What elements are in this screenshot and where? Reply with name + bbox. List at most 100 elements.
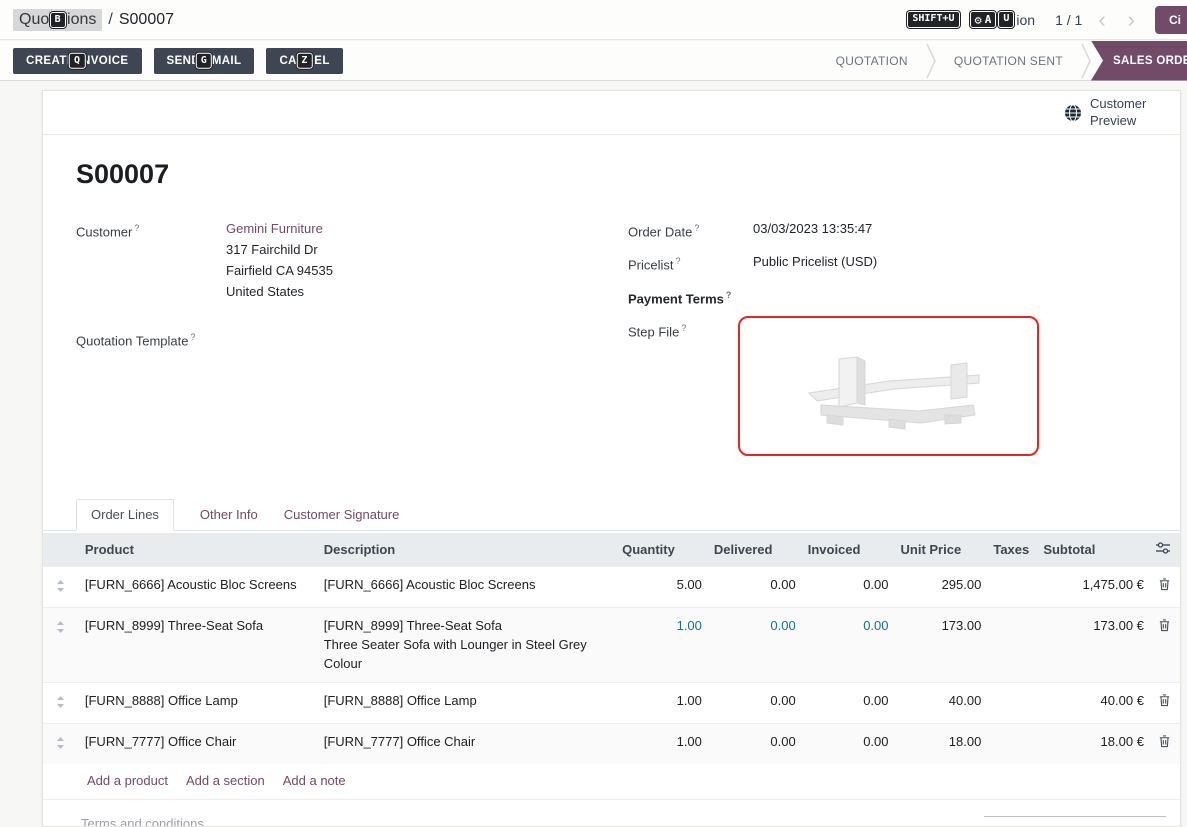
drag-handle-icon[interactable] <box>43 566 79 607</box>
form-sheet: Customer Preview S00007 Customer? Gemini… <box>42 90 1181 827</box>
table-footer-links: Add a product Add a section Add a note <box>43 764 1180 800</box>
description-cell[interactable]: [FURN_6666] Acoustic Bloc Screens <box>318 566 616 607</box>
order-date-value[interactable]: 03/03/2023 13:35:47 <box>753 218 1147 242</box>
action-bar: CREATE INVOICE Q SEND EMAIL G CANCEL Z Q… <box>0 41 1187 81</box>
action-menu-button[interactable]: ⚙A U ion <box>970 11 1036 29</box>
pager-counter: 1 / 1 <box>1055 12 1082 28</box>
unit-price-cell[interactable]: 18.00 <box>895 724 988 764</box>
table-header-row: Product Description Quantity Delivered I… <box>43 533 1180 567</box>
help-icon: ? <box>191 332 196 342</box>
tab-customer-signature[interactable]: Customer Signature <box>284 500 400 530</box>
delete-row-icon[interactable] <box>1150 607 1180 683</box>
description-column-header: Description <box>318 533 616 567</box>
customer-link[interactable]: Gemini Furniture <box>226 221 323 236</box>
record-title[interactable]: S00007 <box>76 159 1180 190</box>
globe-icon <box>1064 104 1082 122</box>
invoiced-cell: 0.00 <box>802 607 895 683</box>
subtotal-cell: 18.00 € <box>1037 724 1150 764</box>
quantity-cell[interactable]: 5.00 <box>616 566 708 607</box>
taxes-cell[interactable] <box>987 683 1037 724</box>
drag-handle-icon[interactable] <box>43 724 79 764</box>
unit-price-cell[interactable]: 40.00 <box>895 683 988 724</box>
table-row[interactable]: [FURN_8888] Office Lamp [FURN_8888] Offi… <box>43 683 1180 724</box>
delivered-cell: 0.00 <box>708 607 802 683</box>
statusbar: QUOTATION QUOTATION SENT SALES ORDER <box>818 41 1187 81</box>
help-icon: ? <box>676 256 681 266</box>
unit-price-cell[interactable]: 295.00 <box>895 566 988 607</box>
hint-badge-cancel: Z <box>296 52 312 69</box>
drag-handle-icon[interactable] <box>43 683 79 724</box>
product-cell[interactable]: [FURN_8999] Three-Seat Sofa <box>79 607 318 683</box>
step-file-label: Step File? <box>628 318 753 456</box>
unit-price-cell[interactable]: 173.00 <box>895 607 988 683</box>
customer-label: Customer? <box>76 218 226 302</box>
quantity-cell[interactable]: 1.00 <box>616 724 708 764</box>
pricelist-label: Pricelist? <box>628 251 753 275</box>
notebook-tabs: Order Lines Other Info Customer Signatur… <box>43 499 1180 531</box>
delete-row-icon[interactable] <box>1150 683 1180 724</box>
add-a-section-link[interactable]: Add a section <box>186 773 265 788</box>
breadcrumb-bar: Quotations B / S00007 SHIFT+U ⚙A U ion 1… <box>0 0 1187 40</box>
step-file-preview[interactable] <box>738 316 1039 456</box>
tab-order-lines[interactable]: Order Lines <box>76 499 174 531</box>
pager-next-button[interactable]: › <box>1122 9 1141 31</box>
pager-previous-button[interactable]: ‹ <box>1092 9 1111 31</box>
action-menu-label: ion <box>1016 12 1035 28</box>
customer-preview-button[interactable]: Customer Preview <box>1064 96 1158 129</box>
breadcrumb-quotations-link[interactable]: Quotations B <box>13 9 102 31</box>
order-date-label: Order Date? <box>628 218 753 242</box>
breadcrumb-current: S00007 <box>119 11 174 29</box>
invoiced-cell: 0.00 <box>802 724 895 764</box>
subtotal-cell: 1,475.00 € <box>1037 566 1150 607</box>
corner-button[interactable]: Ci <box>1155 6 1187 34</box>
help-icon: ? <box>134 223 139 233</box>
quantity-column-header: Quantity <box>616 533 708 567</box>
quotation-template-input[interactable] <box>226 327 628 351</box>
taxes-cell[interactable] <box>987 607 1037 683</box>
help-icon: ? <box>681 323 686 333</box>
send-email-button[interactable]: SEND EMAIL G <box>154 48 255 74</box>
subtotal-cell: 40.00 € <box>1037 683 1150 724</box>
cancel-button[interactable]: CANCEL Z <box>266 48 342 74</box>
delivered-cell: 0.00 <box>708 724 802 764</box>
status-sales-order-active[interactable]: SALES ORDER <box>1091 41 1187 81</box>
product-cell[interactable]: [FURN_8888] Office Lamp <box>79 683 318 724</box>
create-invoice-button[interactable]: CREATE INVOICE Q <box>13 48 142 74</box>
table-row[interactable]: [FURN_6666] Acoustic Bloc Screens [FURN_… <box>43 566 1180 607</box>
description-cell[interactable]: [FURN_7777] Office Chair <box>318 724 616 764</box>
status-quotation-sent[interactable]: QUOTATION SENT <box>936 54 1081 68</box>
terms-and-conditions-input[interactable]: Terms and conditions... <box>81 816 215 827</box>
add-a-product-link[interactable]: Add a product <box>87 773 168 788</box>
customer-address-line1: 317 Fairchild Dr <box>226 239 628 260</box>
delete-row-icon[interactable] <box>1150 566 1180 607</box>
delivered-cell: 0.00 <box>708 683 802 724</box>
add-a-note-link[interactable]: Add a note <box>283 773 346 788</box>
taxes-cell[interactable] <box>987 724 1037 764</box>
hint-badge-quotations: B <box>50 12 66 29</box>
help-icon: ? <box>694 223 699 233</box>
delivered-cell: 0.00 <box>708 566 802 607</box>
quantity-cell[interactable]: 1.00 <box>616 683 708 724</box>
hint-badge-send-email: G <box>196 52 212 69</box>
description-cell[interactable]: [FURN_8999] Three-Seat Sofa Three Seater… <box>318 607 616 683</box>
product-cell[interactable]: [FURN_6666] Acoustic Bloc Screens <box>79 566 318 607</box>
table-row[interactable]: [FURN_7777] Office Chair [FURN_7777] Off… <box>43 724 1180 764</box>
taxes-cell[interactable] <box>987 566 1037 607</box>
product-cell[interactable]: [FURN_7777] Office Chair <box>79 724 318 764</box>
description-cell[interactable]: [FURN_8888] Office Lamp <box>318 683 616 724</box>
drag-handle-icon[interactable] <box>43 607 79 683</box>
chevron-divider-icon <box>926 43 936 79</box>
action-buttons: CREATE INVOICE Q SEND EMAIL G CANCEL Z <box>13 48 343 74</box>
payment-terms-input[interactable] <box>753 285 1147 309</box>
quotation-template-label: Quotation Template? <box>76 327 226 351</box>
table-row[interactable]: [FURN_8999] Three-Seat Sofa [FURN_8999] … <box>43 607 1180 683</box>
tab-other-info[interactable]: Other Info <box>200 500 258 530</box>
quantity-cell[interactable]: 1.00 <box>616 607 708 683</box>
delete-row-icon[interactable] <box>1150 724 1180 764</box>
status-quotation[interactable]: QUOTATION <box>818 54 926 68</box>
payment-terms-label: Payment Terms? <box>628 285 753 309</box>
pricelist-value[interactable]: Public Pricelist (USD) <box>753 251 1147 275</box>
field-quotation-template: Quotation Template? <box>76 327 628 351</box>
invoiced-cell: 0.00 <box>802 566 895 607</box>
optional-columns-button[interactable] <box>1150 533 1180 567</box>
